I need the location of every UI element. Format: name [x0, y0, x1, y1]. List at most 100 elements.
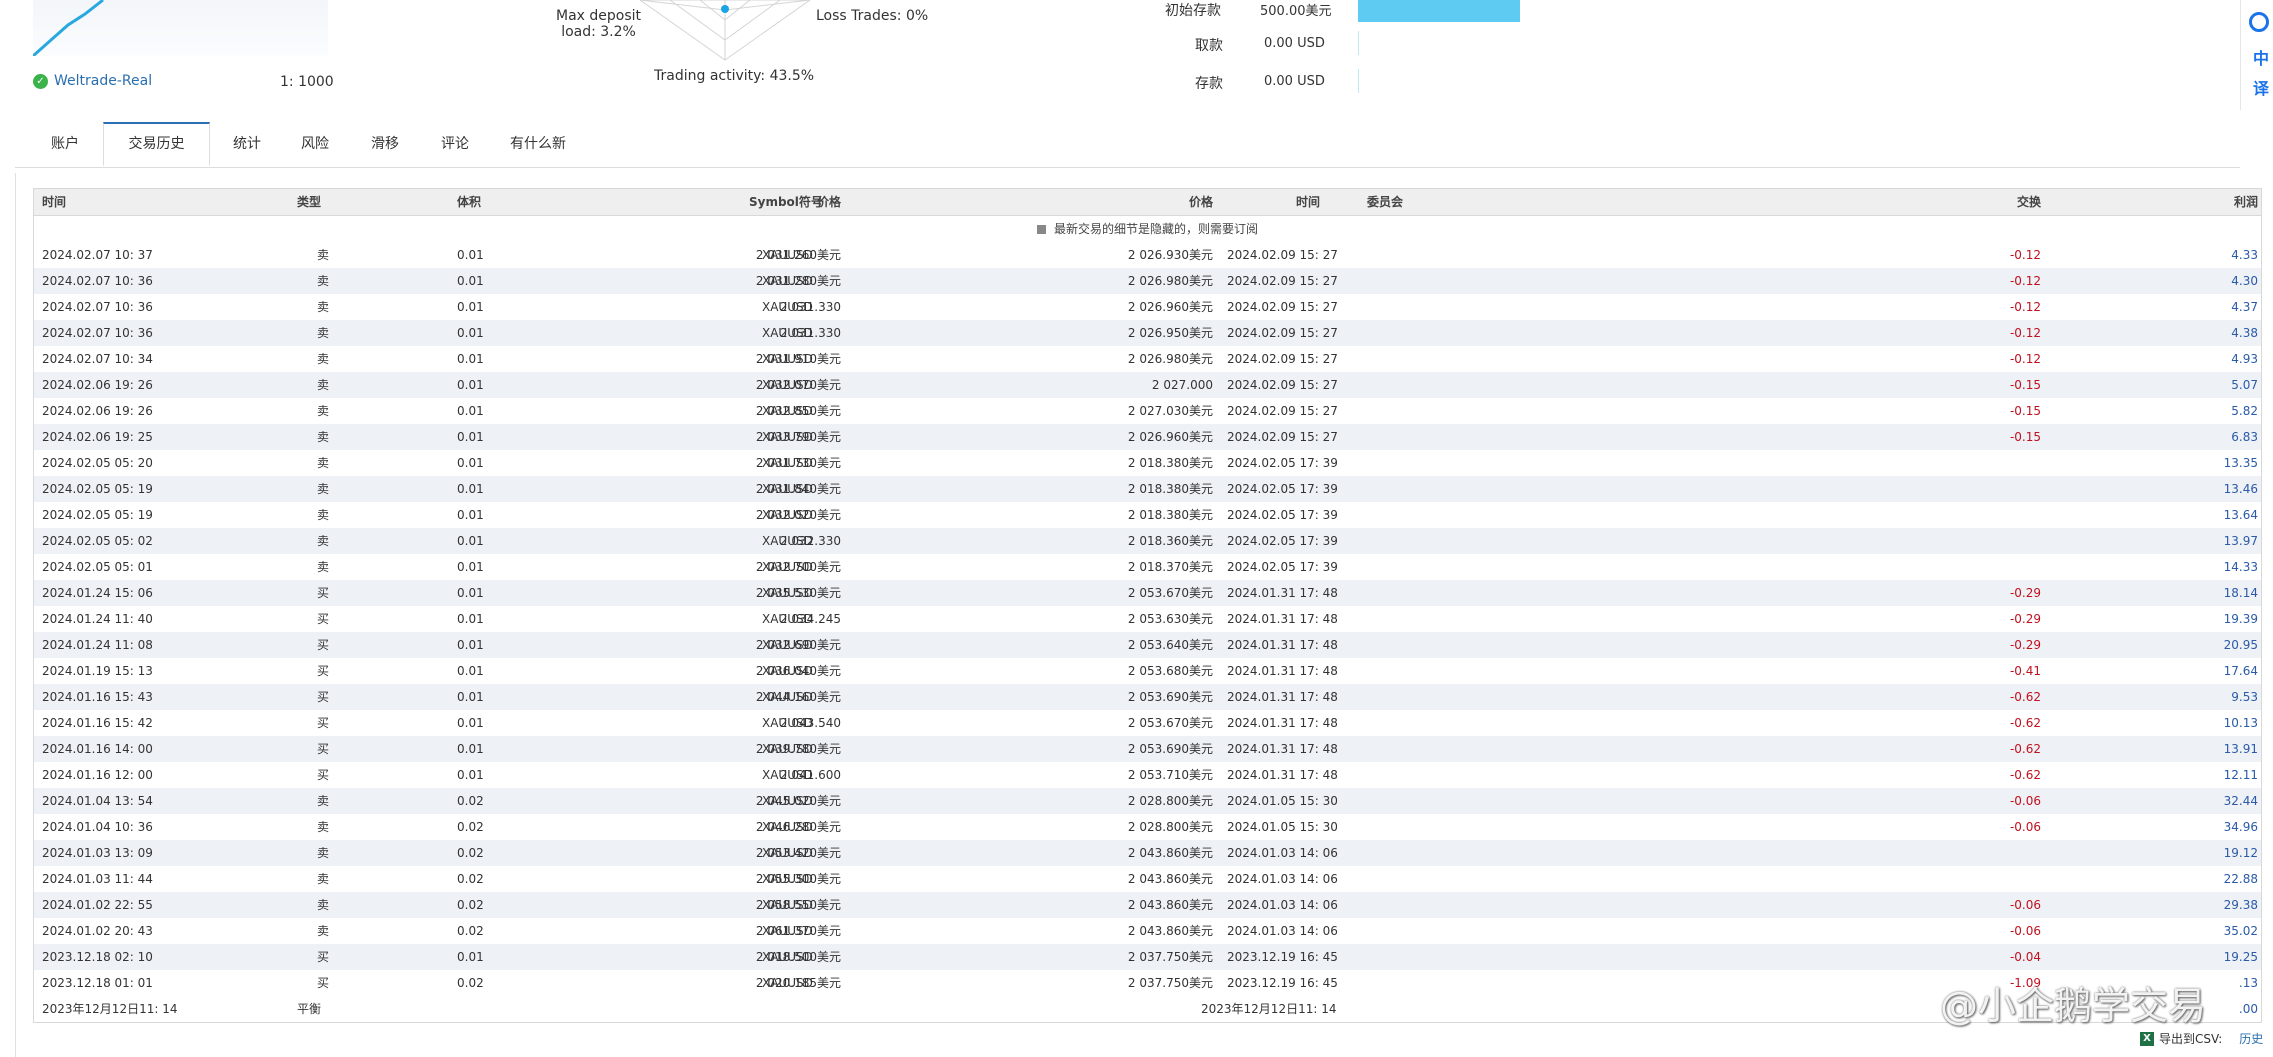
- cell-type: 买: [317, 638, 330, 652]
- translate-label[interactable]: 中 译: [2253, 44, 2269, 104]
- verified-check-icon: ✓: [33, 73, 48, 89]
- cell-type: 卖: [317, 352, 330, 366]
- col-profit[interactable]: 利润: [2234, 189, 2258, 215]
- cell-volume: 0.01: [457, 768, 484, 782]
- cell-open-price: 2 032.330: [779, 534, 841, 548]
- deposit-value: 0.00 USD: [1264, 74, 1325, 89]
- table-row: 2024.01.04 13: 54 卖 0.02 XAUUSD 2 045.020美元 2…: [34, 788, 2261, 814]
- cell-open-price: 2 041.600: [779, 768, 841, 782]
- cell-open-time: 2024.01.02 22: 55: [42, 898, 153, 912]
- cell-open-time: 2024.01.16 15: 42: [42, 716, 153, 730]
- cell-swap: -0.04: [2009, 950, 2041, 964]
- translate-yi[interactable]: 译: [2253, 74, 2269, 104]
- loss-trades-label: Loss Trades: 0%: [816, 8, 929, 24]
- cell-type: 卖: [317, 248, 330, 262]
- cell-profit: 13.97: [2223, 534, 2258, 548]
- col-close-price[interactable]: 价格: [1189, 189, 1213, 215]
- col-commission[interactable]: 委员会: [1367, 189, 1403, 215]
- cell-open-time: 2024.01.04 10: 36: [42, 820, 153, 834]
- cell-open-time: 2024.01.24 11: 40: [42, 612, 153, 626]
- cell-profit: 13.91: [2223, 742, 2258, 756]
- cell-profit: 4.93: [2231, 352, 2258, 366]
- cell-open-price: 2 034.245: [779, 612, 841, 626]
- tab-trade-history[interactable]: 交易历史: [103, 122, 210, 166]
- cell-swap: -0.29: [2009, 586, 2041, 600]
- table-row: 2024.02.06 19: 25 卖 0.01 XAUUSD 2 033.790美元 2…: [34, 424, 2261, 450]
- cell-open-time: 2024.02.07 10: 36: [42, 300, 153, 314]
- translate-sidebar[interactable]: 中 译: [2240, 0, 2273, 110]
- table-row: 2023.12.18 02: 10 买 0.01 XAUUSD 2 018.500美元 2…: [34, 944, 2261, 970]
- cell-close-time: 2024.02.09 15: 27: [1227, 248, 1338, 262]
- cell-open-time: 2024.02.06 19: 26: [42, 404, 153, 418]
- cell-open-time: 2024.01.16 15: 43: [42, 690, 153, 704]
- cell-close-time: 2024.02.09 15: 27: [1227, 326, 1338, 340]
- cell-profit: 32.44: [2223, 794, 2258, 808]
- cell-open-time: 2024.02.05 05: 01: [42, 560, 153, 574]
- balance-type: 平衡: [297, 1002, 322, 1016]
- cell-open-price: 2 018.500美元: [755, 950, 841, 964]
- cell-volume: 0.02: [457, 976, 484, 990]
- tab-risk[interactable]: 风险: [285, 122, 345, 166]
- cell-swap: -0.06: [2009, 924, 2041, 938]
- cell-open-price: 2 045.020美元: [755, 794, 841, 808]
- broker-link[interactable]: ✓ Weltrade-Real: [33, 73, 152, 89]
- cell-close-time: 2024.01.31 17: 48: [1227, 768, 1338, 782]
- withdrawal-value: 0.00 USD: [1264, 36, 1325, 51]
- cell-open-time: 2024.02.07 10: 36: [42, 274, 153, 288]
- col-close-time[interactable]: 时间: [1296, 189, 1320, 215]
- table-row: 2024.01.16 14: 00 买 0.01 XAUUSD 2 039.780美元 2…: [34, 736, 2261, 762]
- cell-open-price: 2 032.850美元: [755, 404, 841, 418]
- translate-logo-icon[interactable]: [2249, 12, 2269, 32]
- cell-open-time: 2024.02.05 05: 20: [42, 456, 153, 470]
- cell-profit: 29.38: [2223, 898, 2258, 912]
- table-row: 2024.02.05 05: 02 卖 0.01 XAUUSD 2 032.330 202…: [34, 528, 2261, 554]
- cell-type: 卖: [317, 456, 330, 470]
- cell-close-price: 2 018.380美元: [1127, 456, 1213, 470]
- translate-zh[interactable]: 中: [2253, 44, 2269, 74]
- trade-history-table: 时间 类型 体积 Symbol符号 价格 时间 价格 委员会 交换 利润 最新交…: [33, 188, 2262, 1023]
- cell-type: 卖: [317, 482, 330, 496]
- tab-reviews[interactable]: 评论: [425, 122, 485, 166]
- cell-close-price: 2 053.670美元: [1127, 586, 1213, 600]
- cell-close-time: 2024.02.05 17: 39: [1227, 456, 1338, 470]
- cell-volume: 0.01: [457, 456, 484, 470]
- deposit-label: 存款: [1195, 76, 1223, 92]
- cell-swap: -0.29: [2009, 638, 2041, 652]
- col-type[interactable]: 类型: [297, 189, 321, 215]
- cell-close-price: 2 037.750美元: [1127, 950, 1213, 964]
- cell-swap: -0.15: [2009, 378, 2041, 392]
- cell-open-price: 2 036.040美元: [755, 664, 841, 678]
- tab-whats-new[interactable]: 有什么新: [493, 122, 583, 166]
- cell-close-price: 2 037.750美元: [1127, 976, 1213, 990]
- export-history-link[interactable]: 历史: [2239, 1030, 2263, 1047]
- col-open-time[interactable]: 时间: [42, 189, 66, 215]
- cell-open-time: 2024.02.05 05: 19: [42, 508, 153, 522]
- cell-close-price: 2 027.030美元: [1127, 404, 1213, 418]
- col-volume[interactable]: 体积: [457, 189, 481, 215]
- cell-open-price: 2 031.260美元: [755, 248, 841, 262]
- cell-swap: -0.12: [2009, 274, 2041, 288]
- cell-close-price: 2 053.640美元: [1127, 638, 1213, 652]
- tab-account[interactable]: 账户: [35, 122, 95, 166]
- cell-swap: -0.15: [2009, 404, 2041, 418]
- broker-name[interactable]: Weltrade-Real: [54, 73, 152, 89]
- tab-slippage[interactable]: 滑移: [355, 122, 415, 166]
- cell-type: 卖: [317, 404, 330, 418]
- table-body: 2024.02.07 10: 37 卖 0.01 XAUUSD 2 031.260美元 2…: [34, 242, 2261, 996]
- cell-close-time: 2024.02.05 17: 39: [1227, 482, 1338, 496]
- cell-volume: 0.01: [457, 534, 484, 548]
- tab-statistics[interactable]: 统计: [217, 122, 277, 166]
- col-open-price[interactable]: 价格: [817, 189, 841, 215]
- cell-open-time: 2024.02.07 10: 34: [42, 352, 153, 366]
- cell-volume: 0.01: [457, 508, 484, 522]
- cell-swap: -0.41: [2009, 664, 2041, 678]
- col-swap[interactable]: 交换: [2017, 189, 2041, 215]
- cell-volume: 0.01: [457, 482, 484, 496]
- table-row: 2024.01.16 15: 42 买 0.01 XAUUSD 2 043.540 202…: [34, 710, 2261, 736]
- cell-profit: .13: [2238, 976, 2258, 990]
- excel-icon[interactable]: X: [2140, 1031, 2154, 1046]
- col-symbol[interactable]: Symbol符号: [749, 189, 823, 215]
- cell-volume: 0.01: [457, 560, 484, 574]
- cell-profit: 4.30: [2231, 274, 2258, 288]
- cell-open-time: 2024.01.24 15: 06: [42, 586, 153, 600]
